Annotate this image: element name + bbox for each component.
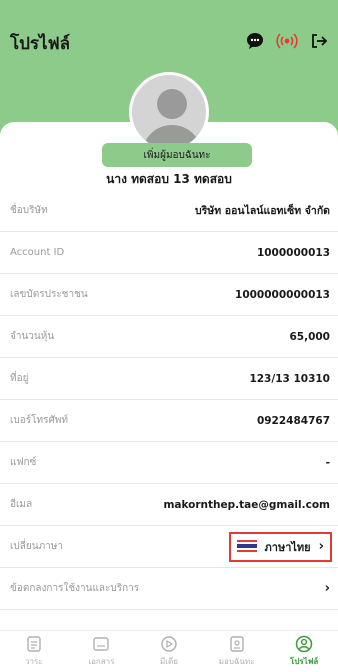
logout-icon[interactable] (308, 30, 330, 52)
row-label: ที่อยู่ (10, 373, 29, 384)
row-terms[interactable]: ข้อตกลงการใช้งานและบริการ › (0, 568, 338, 610)
live-broadcast-icon[interactable] (276, 30, 298, 52)
row-fax: แฟกซ์ - (0, 442, 338, 484)
row-value: 1000000013 (256, 246, 330, 259)
row-value: 0922484767 (256, 414, 330, 427)
row-label: แฟกซ์ (10, 457, 37, 468)
row-label: ข้อตกลงการใช้งานและบริการ (10, 583, 140, 594)
avatar[interactable] (129, 72, 209, 152)
chevron-right-icon: › (324, 581, 330, 596)
nav-label: วาระ (25, 657, 43, 666)
nav-label: เอกสาร (88, 657, 115, 666)
chevron-right-icon: › (318, 539, 324, 554)
agenda-icon (27, 636, 41, 652)
row-value: makornthep.tae@gmail.com (163, 498, 330, 511)
row-shares: จำนวนหุ้น 65,000 (0, 316, 338, 358)
row-change-language[interactable]: เปลี่ยนภาษา ภาษาไทย › (0, 526, 338, 568)
nav-label: โปรไฟล์ (290, 657, 319, 666)
row-value: 123/13 10310 (249, 372, 330, 385)
row-address: ที่อยู่ 123/13 10310 (0, 358, 338, 400)
thai-flag-icon (236, 540, 257, 553)
header-actions (244, 30, 330, 52)
bottom-nav: วาระ เอกสาร มีเดีย มอบฉันทะ โปรไฟล์ (0, 630, 338, 672)
nav-item-profile[interactable]: โปรไฟล์ (270, 631, 338, 672)
row-value: 65,000 (289, 330, 330, 343)
row-label: อีเมล (10, 499, 33, 510)
row-account-id: Account ID 1000000013 (0, 232, 338, 274)
add-attorney-button[interactable]: เพิ่มผู้มอบฉันทะ (102, 143, 252, 167)
row-value: - (325, 456, 330, 469)
nav-item-documents[interactable]: เอกสาร (68, 631, 136, 672)
media-icon (161, 636, 177, 652)
nav-item-proxy[interactable]: มอบฉันทะ (203, 631, 271, 672)
row-phone: เบอร์โทรศัพท์ 0922484767 (0, 400, 338, 442)
row-label: Account ID (10, 247, 65, 258)
user-name: นาง ทดสอบ 13 ทดสอบ (106, 172, 232, 186)
nav-item-media[interactable]: มีเดีย (135, 631, 203, 672)
row-email: อีเมล makornthep.tae@gmail.com (0, 484, 338, 526)
language-selector[interactable]: ภาษาไทย › (228, 531, 332, 562)
row-value: บริษัท ออนไลน์แอทเซ็ท จำกัด (195, 205, 330, 217)
page-title: โปรไฟล์ (10, 34, 71, 54)
nav-label: มีเดีย (160, 657, 178, 666)
row-label: เลขบัตรประชาชน (10, 289, 88, 300)
row-label: เปลี่ยนภาษา (10, 541, 64, 552)
profile-info-list: ชื่อบริษัท บริษัท ออนไลน์แอทเซ็ท จำกัด A… (0, 190, 338, 610)
document-icon (93, 637, 110, 651)
row-label: ชื่อบริษัท (10, 205, 48, 216)
nav-label: มอบฉันทะ (218, 657, 255, 666)
avatar-head (157, 89, 187, 119)
row-company: ชื่อบริษัท บริษัท ออนไลน์แอทเซ็ท จำกัด (0, 190, 338, 232)
proxy-icon (229, 636, 244, 652)
row-label: จำนวนหุ้น (10, 331, 55, 342)
chat-icon[interactable] (244, 30, 266, 52)
row-id-card: เลขบัตรประชาชน 1000000000013 (0, 274, 338, 316)
profile-icon (295, 635, 313, 653)
language-value: ภาษาไทย (264, 540, 311, 554)
row-value: 1000000000013 (235, 288, 330, 301)
nav-item-agenda[interactable]: วาระ (0, 631, 68, 672)
row-label: เบอร์โทรศัพท์ (10, 415, 69, 426)
